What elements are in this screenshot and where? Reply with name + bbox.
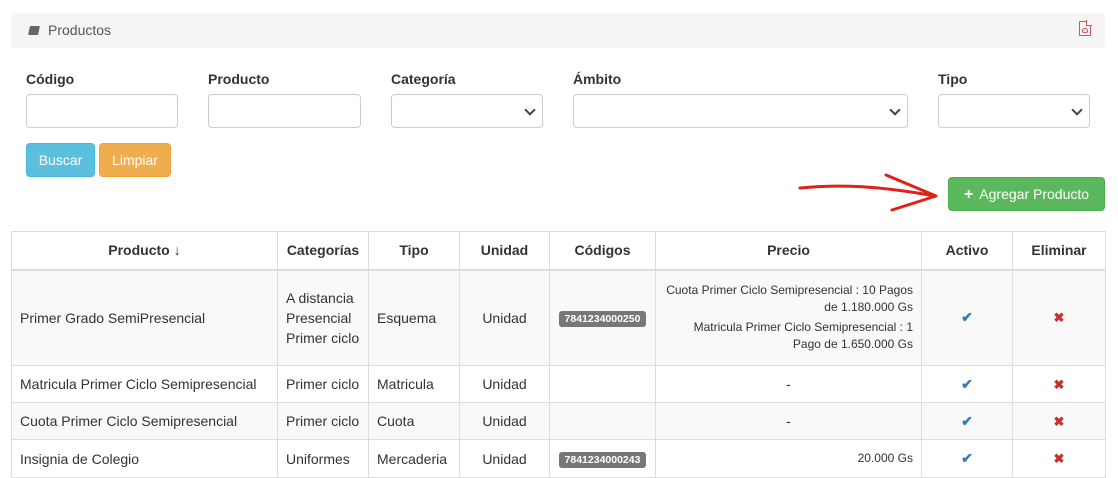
table-header-row: Producto ↓ Categorías Tipo Unidad Códigos…: [11, 231, 1106, 271]
check-icon[interactable]: ✔: [961, 450, 973, 466]
tipo-select[interactable]: [938, 94, 1090, 128]
cell-unidad: Unidad: [459, 365, 550, 403]
producto-label: Producto: [208, 71, 270, 87]
cell-unidad: Unidad: [459, 439, 550, 478]
cell-precio: 20.000 Gs: [655, 439, 922, 478]
cell-activo[interactable]: ✔: [921, 439, 1013, 478]
cell-producto: Matricula Primer Ciclo Semipresencial: [11, 365, 278, 403]
header-producto[interactable]: Producto ↓: [11, 231, 278, 271]
header-precio: Precio: [655, 231, 922, 271]
precio-line: Cuota Primer Ciclo Semipresencial : 10 P…: [666, 283, 913, 315]
cell-eliminar[interactable]: ✖: [1012, 365, 1106, 403]
cell-codigos: [549, 365, 656, 403]
cell-producto: Cuota Primer Ciclo Semipresencial: [11, 402, 278, 440]
codigo-badge: 7841234000243: [558, 451, 647, 468]
cell-activo[interactable]: ✔: [921, 269, 1013, 366]
producto-input[interactable]: [208, 94, 361, 128]
precio-line: Matricula Primer Ciclo Semipresencial : …: [693, 320, 913, 352]
plus-icon: +: [963, 186, 974, 203]
cell-precio: -: [655, 402, 922, 440]
buscar-button[interactable]: Buscar: [26, 143, 95, 177]
check-icon[interactable]: ✔: [961, 413, 973, 429]
codigo-label: Código: [26, 71, 75, 87]
check-icon[interactable]: ✔: [961, 376, 973, 392]
agregar-producto-button[interactable]: + Agregar Producto: [948, 177, 1105, 211]
cell-tipo: Mercaderia: [368, 439, 460, 478]
header-codigos: Códigos: [549, 231, 656, 271]
cell-precio: -: [655, 365, 922, 403]
cell-activo[interactable]: ✔: [921, 402, 1013, 440]
panel-title: Productos: [48, 22, 112, 38]
cell-eliminar[interactable]: ✖: [1012, 269, 1106, 366]
ambito-select[interactable]: [573, 94, 908, 128]
codigo-input[interactable]: [26, 94, 178, 128]
delete-icon[interactable]: ✖: [1054, 451, 1065, 466]
cell-eliminar[interactable]: ✖: [1012, 402, 1106, 440]
categoria-item: A distancia: [286, 289, 354, 306]
cell-tipo: Esquema: [368, 269, 460, 366]
cell-producto: Insignia de Colegio: [11, 439, 278, 478]
table-row: Primer Grado SemiPresencial A distancia …: [11, 269, 1106, 366]
categoria-select[interactable]: [391, 94, 543, 128]
table-row: Insignia de Colegio Uniformes Mercaderia…: [11, 439, 1106, 478]
cell-categorias: Primer ciclo: [277, 402, 369, 440]
header-tipo: Tipo: [368, 231, 460, 271]
limpiar-button[interactable]: Limpiar: [99, 143, 171, 177]
file-pdf-icon[interactable]: [1079, 20, 1092, 36]
cell-unidad: Unidad: [459, 269, 550, 366]
cell-tipo: Matricula: [368, 365, 460, 403]
header-activo: Activo: [921, 231, 1013, 271]
ambito-label: Ámbito: [573, 71, 622, 87]
tipo-label: Tipo: [938, 71, 968, 87]
cell-precio: Cuota Primer Ciclo Semipresencial : 10 P…: [655, 269, 922, 366]
productos-table: Producto ↓ Categorías Tipo Unidad Códigos…: [11, 231, 1106, 478]
cell-producto: Primer Grado SemiPresencial: [11, 269, 278, 366]
cell-codigos: [549, 402, 656, 440]
table-row: Cuota Primer Ciclo Semipresencial Primer…: [11, 402, 1106, 440]
cell-tipo: Cuota: [368, 402, 460, 440]
header-categorias: Categorías: [277, 231, 369, 271]
categoria-item: Primer ciclo: [286, 329, 360, 346]
cell-categorias: Uniformes: [277, 439, 369, 478]
header-unidad: Unidad: [459, 231, 550, 271]
table-row: Matricula Primer Ciclo Semipresencial Pr…: [11, 365, 1106, 403]
cell-activo[interactable]: ✔: [921, 365, 1013, 403]
agregar-producto-label: Agregar Producto: [979, 186, 1090, 202]
cell-categorias: Primer ciclo: [277, 365, 369, 403]
cell-codigos: 7841234000243: [549, 439, 656, 478]
delete-icon[interactable]: ✖: [1054, 377, 1065, 392]
check-icon[interactable]: ✔: [961, 309, 973, 325]
arrow-down-icon: ↓: [173, 242, 181, 259]
header-eliminar: Eliminar: [1012, 231, 1106, 271]
categoria-item: Presencial: [286, 309, 352, 326]
book-icon: [28, 26, 40, 35]
codigo-badge: 7841234000250: [558, 310, 647, 327]
categoria-label: Categoría: [391, 71, 456, 87]
cell-unidad: Unidad: [459, 402, 550, 440]
cell-categorias: A distancia Presencial Primer ciclo: [277, 269, 369, 366]
delete-icon[interactable]: ✖: [1054, 414, 1065, 429]
panel-header: Productos: [11, 13, 1105, 48]
cell-codigos: 7841234000250: [549, 269, 656, 366]
delete-icon[interactable]: ✖: [1054, 310, 1065, 325]
cell-eliminar[interactable]: ✖: [1012, 439, 1106, 478]
